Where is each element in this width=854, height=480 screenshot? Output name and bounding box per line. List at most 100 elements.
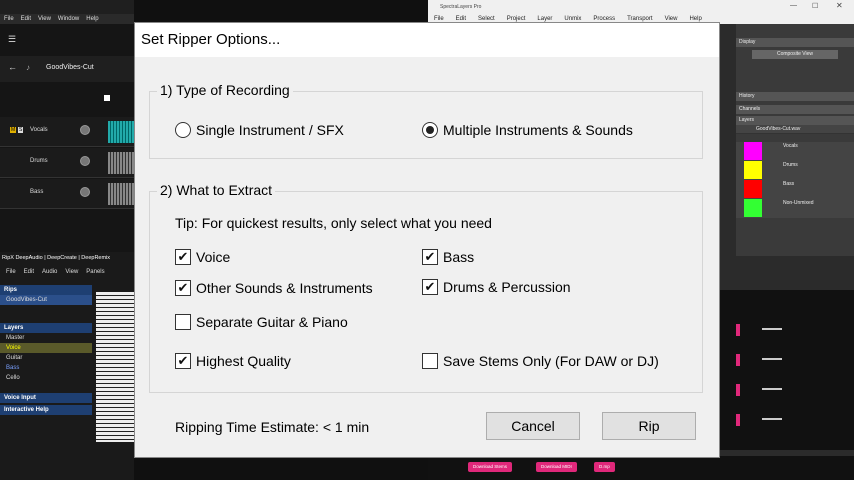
other-sounds-checkbox[interactable]: ✔ (175, 280, 191, 296)
layer-guitar[interactable]: Guitar (0, 353, 92, 363)
track-header: ← ♪ GoodVibes-Cut (0, 56, 134, 82)
menu-view[interactable]: View (38, 16, 51, 22)
other-sounds-label: Other Sounds & Instruments (196, 280, 373, 296)
layers-header[interactable]: Layers (0, 323, 92, 333)
layer-name: Bass (783, 181, 795, 187)
layer-voice[interactable]: Voice (0, 343, 92, 353)
bass-checkbox[interactable]: ✔ (422, 249, 438, 265)
drums-option[interactable]: ✔ Drums & Percussion (422, 279, 571, 295)
menu-audio[interactable]: Audio (42, 269, 57, 275)
volume-slider[interactable] (762, 328, 782, 330)
stems-only-label: Save Stems Only (For DAW or DJ) (443, 353, 659, 369)
layers-header[interactable]: Layers (736, 116, 854, 125)
channel-meter (736, 354, 740, 366)
left-app-titlebar (0, 0, 134, 14)
track-name: Vocals (30, 127, 48, 133)
channel-meter (736, 324, 740, 336)
layer-row-bass[interactable]: Bass (736, 180, 854, 199)
mixer-panel (720, 290, 854, 450)
guitar-piano-option[interactable]: Separate Guitar & Piano (175, 314, 348, 330)
guitar-piano-checkbox[interactable] (175, 314, 191, 330)
other-sounds-option[interactable]: ✔ Other Sounds & Instruments (175, 280, 373, 296)
menu-file[interactable]: File (4, 16, 14, 22)
menu-panels[interactable]: Panels (86, 269, 104, 275)
download-stems-button[interactable]: Download Stems (468, 462, 513, 472)
voice-checkbox[interactable]: ✔ (175, 249, 191, 265)
close-icon[interactable]: ✕ (836, 1, 843, 10)
track-row-vocals: M S Vocals (0, 117, 134, 147)
dialog-title: Set Ripper Options... (135, 23, 719, 57)
volume-slider[interactable] (762, 388, 782, 390)
layer-cello[interactable]: Cello (0, 373, 92, 383)
maximize-icon[interactable]: ☐ (812, 2, 818, 10)
menu-help[interactable]: Help (86, 16, 98, 22)
layer-color-swatch (744, 142, 762, 160)
multiple-instruments-option[interactable]: Multiple Instruments & Sounds (422, 122, 633, 138)
layer-name: Vocals (783, 143, 798, 149)
layer-row-drums[interactable]: Drums (736, 161, 854, 180)
ripx-title: RipX DeepAudio | DeepCreate | DeepRemix (2, 255, 111, 261)
highest-quality-option[interactable]: ✔ Highest Quality (175, 353, 291, 369)
highest-quality-checkbox[interactable]: ✔ (175, 353, 191, 369)
minimize-icon[interactable]: — (790, 2, 797, 9)
waveform-drums (108, 152, 134, 174)
download-mp-button[interactable]: D.mp (594, 462, 615, 472)
layer-row-non-unmixed[interactable]: Non-Unmixed (736, 199, 854, 218)
mute-button[interactable]: M (10, 127, 17, 133)
volume-knob[interactable] (80, 125, 90, 135)
interactive-help-header[interactable]: Interactive Help (0, 405, 92, 415)
voice-input-header[interactable]: Voice Input (0, 393, 92, 403)
rips-header[interactable]: Rips (0, 285, 92, 295)
layer-bass[interactable]: Bass (0, 363, 92, 373)
track-row-bass: Bass (0, 179, 134, 209)
stems-only-checkbox[interactable] (422, 353, 438, 369)
channels-header[interactable]: Channels (736, 105, 854, 114)
composite-view-select[interactable]: Composite View (752, 50, 838, 59)
menu-window[interactable]: Window (58, 16, 79, 22)
layer-color-swatch (744, 180, 762, 198)
right-app-titlebar: SpectraLayers Pro — ☐ ✕ (428, 0, 854, 14)
layer-row-vocals[interactable]: Vocals (736, 142, 854, 161)
cancel-button[interactable]: Cancel (486, 412, 580, 440)
multiple-instruments-radio[interactable] (422, 122, 438, 138)
time-estimate: Ripping Time Estimate: < 1 min (175, 419, 370, 435)
app-title: SpectraLayers Pro (440, 4, 482, 10)
layer-color-swatch (744, 199, 762, 217)
drums-label: Drums & Percussion (443, 279, 571, 295)
ripx-window: RipX DeepAudio | DeepCreate | DeepRemix … (0, 252, 134, 480)
tip-text: Tip: For quickest results, only select w… (175, 215, 492, 231)
drums-checkbox[interactable]: ✔ (422, 279, 438, 295)
volume-slider[interactable] (762, 358, 782, 360)
layer-name: Drums (783, 162, 798, 168)
rip-item[interactable]: GoodVibes-Cut (0, 295, 92, 305)
back-arrow-icon[interactable]: ← (8, 62, 17, 72)
bass-option[interactable]: ✔ Bass (422, 249, 474, 265)
download-midi-button[interactable]: Download MIDI (536, 462, 577, 472)
bass-label: Bass (443, 249, 475, 265)
track-row-drums: Drums (0, 148, 134, 178)
single-instrument-radio[interactable] (175, 122, 191, 138)
playhead-marker[interactable] (104, 95, 110, 101)
waveform-bass (108, 183, 134, 205)
single-instrument-option[interactable]: Single Instrument / SFX (175, 122, 344, 138)
display-header[interactable]: Display (736, 38, 854, 47)
volume-knob[interactable] (80, 187, 90, 197)
what-to-extract-label: 2) What to Extract (157, 182, 276, 198)
menu-edit[interactable]: Edit (24, 269, 34, 275)
menu-file[interactable]: File (6, 269, 16, 275)
single-instrument-label: Single Instrument / SFX (196, 122, 344, 138)
volume-slider[interactable] (762, 418, 782, 420)
menu-edit[interactable]: Edit (21, 16, 31, 22)
file-layer[interactable]: GoodVibes-Cut.wav (736, 125, 854, 134)
menu-view[interactable]: View (65, 269, 78, 275)
history-header[interactable]: History (736, 92, 854, 101)
volume-knob[interactable] (80, 156, 90, 166)
stems-only-option[interactable]: Save Stems Only (For DAW or DJ) (422, 353, 659, 369)
solo-button[interactable]: S (18, 127, 24, 133)
layer-master[interactable]: Master (0, 333, 92, 343)
voice-option[interactable]: ✔ Voice (175, 249, 230, 265)
highest-quality-label: Highest Quality (196, 353, 291, 369)
rip-button[interactable]: Rip (602, 412, 696, 440)
hamburger-icon[interactable]: ☰ (8, 34, 16, 45)
channel-meter (736, 384, 740, 396)
